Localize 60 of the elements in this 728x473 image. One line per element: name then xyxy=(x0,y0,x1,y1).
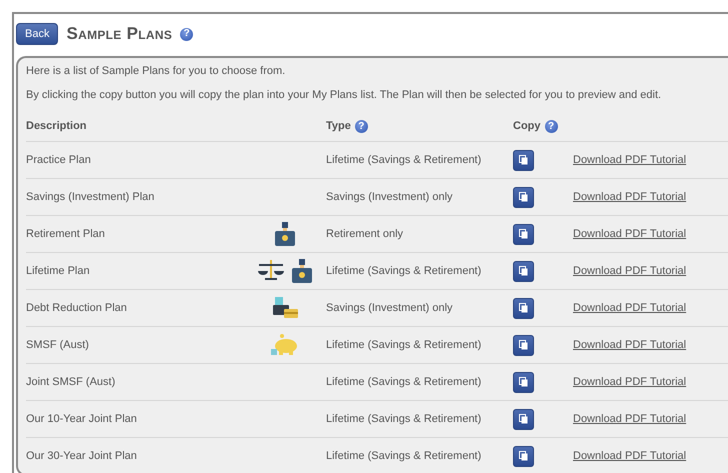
back-button[interactable]: Back xyxy=(16,23,58,45)
copy-icon xyxy=(519,266,528,276)
download-link[interactable]: Download PDF Tutorial xyxy=(573,412,686,425)
download-link[interactable]: Download PDF Tutorial xyxy=(573,302,686,314)
copy-button[interactable] xyxy=(513,408,534,430)
table-cell-text: Lifetime Plan xyxy=(26,264,91,279)
table-cell-text: Joint SMSF (Aust) xyxy=(26,374,116,390)
table-cell-text: Debt Reduction Plan xyxy=(26,300,128,316)
table-cell-text: Lifetime (Savings & Retirement) xyxy=(326,152,482,168)
download-link[interactable]: Download PDF Tutorial xyxy=(573,190,686,203)
copy-icon xyxy=(519,451,528,461)
copy-icon xyxy=(519,303,528,313)
table-cell-text: SMSF (Aust) xyxy=(26,338,90,353)
column-header: Type xyxy=(326,119,351,134)
table-cell-text: Lifetime (Savings & Retirement) xyxy=(326,338,482,353)
help-icon[interactable]: ? xyxy=(180,28,194,40)
download-link[interactable]: Download PDF Tutorial xyxy=(573,264,686,277)
table-cell-text: Lifetime (Savings & Retirement) xyxy=(326,448,482,464)
copy-button[interactable] xyxy=(513,298,534,318)
copy-icon xyxy=(519,192,528,202)
table-cell-text: Retirement Plan xyxy=(26,226,106,242)
page-title: Sample Plans xyxy=(66,23,172,46)
copy-button[interactable] xyxy=(513,224,534,244)
copy-button[interactable] xyxy=(513,372,534,392)
help-icon[interactable]: ? xyxy=(354,120,368,133)
copy-icon xyxy=(519,414,528,424)
copy-icon xyxy=(519,229,528,239)
intro-text: Here is a list of Sample Plans for you to choose from. xyxy=(26,64,286,78)
copy-button[interactable] xyxy=(513,446,534,466)
download-link[interactable]: Download PDF Tutorial xyxy=(573,338,686,351)
intro-text: By clicking the copy button you will copy the plan into your My Plans list. The Plan will then be selected for you to preview and edit. xyxy=(26,88,662,102)
table-cell-text: Savings (Investment) Plan xyxy=(26,190,156,205)
table-cell-text: Lifetime (Savings & Retirement) xyxy=(326,264,482,279)
copy-icon xyxy=(519,377,528,387)
copy-button[interactable] xyxy=(513,260,534,282)
download-link[interactable]: Download PDF Tutorial xyxy=(573,376,686,388)
download-link[interactable]: Download PDF Tutorial xyxy=(573,450,686,462)
download-link[interactable]: Download PDF Tutorial xyxy=(573,228,686,240)
copy-button[interactable] xyxy=(513,150,534,170)
help-icon[interactable]: ? xyxy=(544,120,558,133)
scales-icon xyxy=(257,259,285,283)
table-cell-text: Savings (Investment) only xyxy=(326,300,454,316)
table-cell-text: Lifetime (Savings & Retirement) xyxy=(326,374,482,390)
table-cell-text: Our 30-Year Joint Plan xyxy=(26,448,138,464)
table-cell-text: Savings (Investment) only xyxy=(326,190,454,205)
column-header: Copy xyxy=(513,119,540,134)
briefcase-icon xyxy=(274,222,296,246)
table-cell-text: Practice Plan xyxy=(26,152,92,168)
copy-button[interactable] xyxy=(513,334,534,356)
copy-button[interactable] xyxy=(513,186,534,208)
briefcase-icon xyxy=(291,259,313,283)
piggy-bank-icon xyxy=(270,334,300,356)
cards-icon xyxy=(271,297,299,319)
copy-icon xyxy=(519,155,528,165)
table-cell-text: Lifetime (Savings & Retirement) xyxy=(326,412,482,427)
column-header: Description xyxy=(26,119,87,134)
copy-icon xyxy=(519,340,528,350)
table-cell-text: Our 10-Year Joint Plan xyxy=(26,412,138,427)
table-cell-text: Retirement only xyxy=(326,226,404,242)
download-link[interactable]: Download PDF Tutorial xyxy=(573,154,686,166)
